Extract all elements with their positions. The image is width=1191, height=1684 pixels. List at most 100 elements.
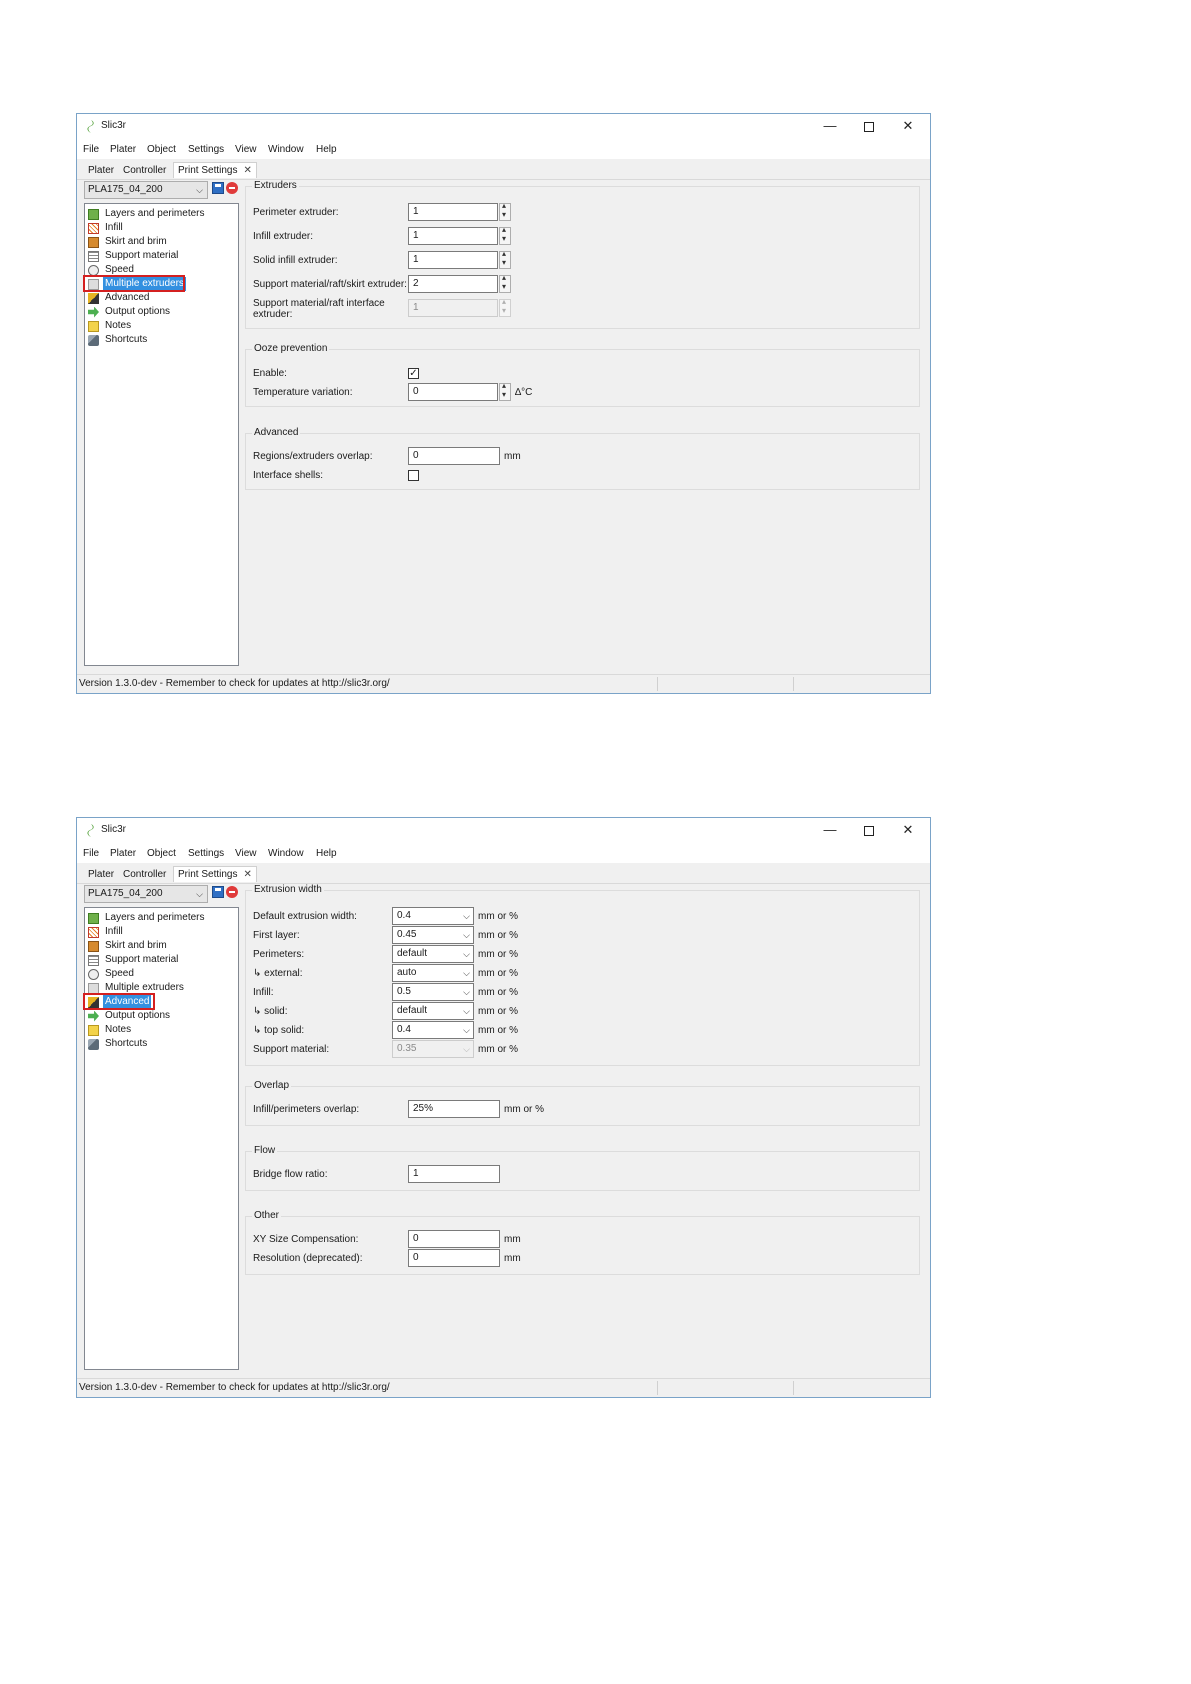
menu-settings[interactable]: Settings <box>188 848 224 859</box>
preset-select[interactable]: PLA175_04_200 ⌵ <box>84 181 208 199</box>
tab-controller[interactable]: Controller <box>118 866 171 882</box>
tree-item-notes[interactable]: Notes <box>88 319 133 333</box>
regions-overlap-label: Regions/extruders overlap: <box>253 451 373 462</box>
regions-overlap-unit: mm <box>504 451 521 462</box>
tree-item-support[interactable]: Support material <box>88 953 180 967</box>
tree-item-support[interactable]: Support material <box>88 249 180 263</box>
group-other: Other XY Size Compensation: 0 mm Resolut… <box>245 1210 920 1275</box>
tree-item-notes[interactable]: Notes <box>88 1023 133 1037</box>
infill-extruder-spinner[interactable] <box>499 225 511 245</box>
temperature-variation-input[interactable]: 0 <box>408 383 498 401</box>
title-bar: Slic3r — ✕ <box>77 114 930 139</box>
menu-file[interactable]: File <box>83 144 99 155</box>
resolution-label: Resolution (deprecated): <box>253 1253 363 1264</box>
status-divider <box>793 677 794 691</box>
maximize-button[interactable] <box>851 820 887 840</box>
group-flow: Flow Bridge flow ratio: 1 <box>245 1145 920 1191</box>
group-title: Ooze prevention <box>252 343 330 354</box>
perimeter-extruder-spinner[interactable] <box>499 201 511 221</box>
infill-perimeters-overlap-input[interactable]: 25% <box>408 1100 500 1118</box>
tree-item-layers[interactable]: Layers and perimeters <box>88 911 207 925</box>
settings-panel: Extrusion width Default extrusion width:… <box>245 884 920 1367</box>
tab-plater[interactable]: Plater <box>83 162 119 178</box>
minimize-button[interactable]: — <box>812 116 848 136</box>
chevron-down-icon: ⌵ <box>463 1006 470 1016</box>
window-title: Slic3r <box>101 824 127 835</box>
save-icon[interactable] <box>212 886 224 898</box>
save-icon[interactable] <box>212 182 224 194</box>
infill-extruder-input[interactable]: 1 <box>408 227 498 245</box>
tree-item-infill[interactable]: Infill <box>88 221 125 235</box>
group-title: Advanced <box>252 427 301 438</box>
speed-icon <box>88 264 99 276</box>
menu-plater[interactable]: Plater <box>110 848 136 859</box>
support-extruder-spinner[interactable] <box>499 273 511 293</box>
menu-window[interactable]: Window <box>268 848 304 859</box>
menu-window[interactable]: Window <box>268 144 304 155</box>
tree-item-layers[interactable]: Layers and perimeters <box>88 207 207 221</box>
tree-item-infill[interactable]: Infill <box>88 925 125 939</box>
first-layer-width-combo[interactable]: 0.45 ⌵ <box>392 926 474 944</box>
menu-view[interactable]: View <box>235 848 257 859</box>
notes-icon <box>88 320 99 332</box>
preset-select[interactable]: PLA175_04_200 ⌵ <box>84 885 208 903</box>
perimeters-width-combo[interactable]: default ⌵ <box>392 945 474 963</box>
tab-controller[interactable]: Controller <box>118 162 171 178</box>
tree-item-advanced[interactable]: Advanced <box>88 291 151 305</box>
tab-print-settings[interactable]: Print Settings ✕ <box>173 866 257 882</box>
menu-object[interactable]: Object <box>147 848 176 859</box>
tree-item-output[interactable]: Output options <box>88 305 172 319</box>
status-divider <box>657 1381 658 1395</box>
menu-settings[interactable]: Settings <box>188 144 224 155</box>
tree-item-skirt[interactable]: Skirt and brim <box>88 939 169 953</box>
default-extrusion-width-combo[interactable]: 0.4 ⌵ <box>392 907 474 925</box>
support-interface-extruder-label-line2: extruder: <box>253 309 293 320</box>
status-bar: Version 1.3.0-dev - Remember to check fo… <box>77 674 930 693</box>
tab-plater[interactable]: Plater <box>83 866 119 882</box>
tab-close-icon[interactable]: ✕ <box>243 869 251 880</box>
interface-shells-checkbox[interactable] <box>408 470 419 481</box>
tree-item-shortcuts[interactable]: Shortcuts <box>88 1037 149 1051</box>
menu-help[interactable]: Help <box>316 144 337 155</box>
support-extruder-input[interactable]: 2 <box>408 275 498 293</box>
output-icon <box>88 1010 99 1022</box>
delete-icon[interactable] <box>226 182 238 194</box>
external-perimeters-width-combo[interactable]: auto ⌵ <box>392 964 474 982</box>
regions-overlap-input[interactable]: 0 <box>408 447 500 465</box>
menu-object[interactable]: Object <box>147 144 176 155</box>
delete-icon[interactable] <box>226 886 238 898</box>
close-button[interactable]: ✕ <box>890 116 926 136</box>
solid-infill-width-combo[interactable]: default ⌵ <box>392 1002 474 1020</box>
tree-item-output[interactable]: Output options <box>88 1009 172 1023</box>
annotation-highlight-box <box>83 993 155 1010</box>
menu-view[interactable]: View <box>235 144 257 155</box>
ooze-enable-checkbox[interactable]: ✓ <box>408 368 419 379</box>
support-icon <box>88 250 99 262</box>
tree-item-speed[interactable]: Speed <box>88 967 136 981</box>
perimeter-extruder-label: Perimeter extruder: <box>253 207 339 218</box>
solid-infill-extruder-input[interactable]: 1 <box>408 251 498 269</box>
temperature-variation-spinner[interactable] <box>499 381 511 401</box>
infill-width-combo[interactable]: 0.5 ⌵ <box>392 983 474 1001</box>
support-extruder-label: Support material/raft/skirt extruder: <box>253 279 407 290</box>
menu-plater[interactable]: Plater <box>110 144 136 155</box>
xy-size-compensation-input[interactable]: 0 <box>408 1230 500 1248</box>
bridge-flow-ratio-input[interactable]: 1 <box>408 1165 500 1183</box>
maximize-button[interactable] <box>851 116 887 136</box>
slic3r-app-icon <box>87 120 94 133</box>
close-button[interactable]: ✕ <box>890 820 926 840</box>
notes-icon <box>88 1024 99 1036</box>
tab-print-settings[interactable]: Print Settings ✕ <box>173 162 257 178</box>
output-icon <box>88 306 99 318</box>
annotation-highlight-box <box>83 275 185 292</box>
resolution-input[interactable]: 0 <box>408 1249 500 1267</box>
minimize-button[interactable]: — <box>812 820 848 840</box>
tree-item-shortcuts[interactable]: Shortcuts <box>88 333 149 347</box>
perimeter-extruder-input[interactable]: 1 <box>408 203 498 221</box>
menu-file[interactable]: File <box>83 848 99 859</box>
tab-close-icon[interactable]: ✕ <box>243 165 251 176</box>
top-solid-infill-width-combo[interactable]: 0.4 ⌵ <box>392 1021 474 1039</box>
solid-infill-extruder-spinner[interactable] <box>499 249 511 269</box>
tree-item-skirt[interactable]: Skirt and brim <box>88 235 169 249</box>
menu-help[interactable]: Help <box>316 848 337 859</box>
